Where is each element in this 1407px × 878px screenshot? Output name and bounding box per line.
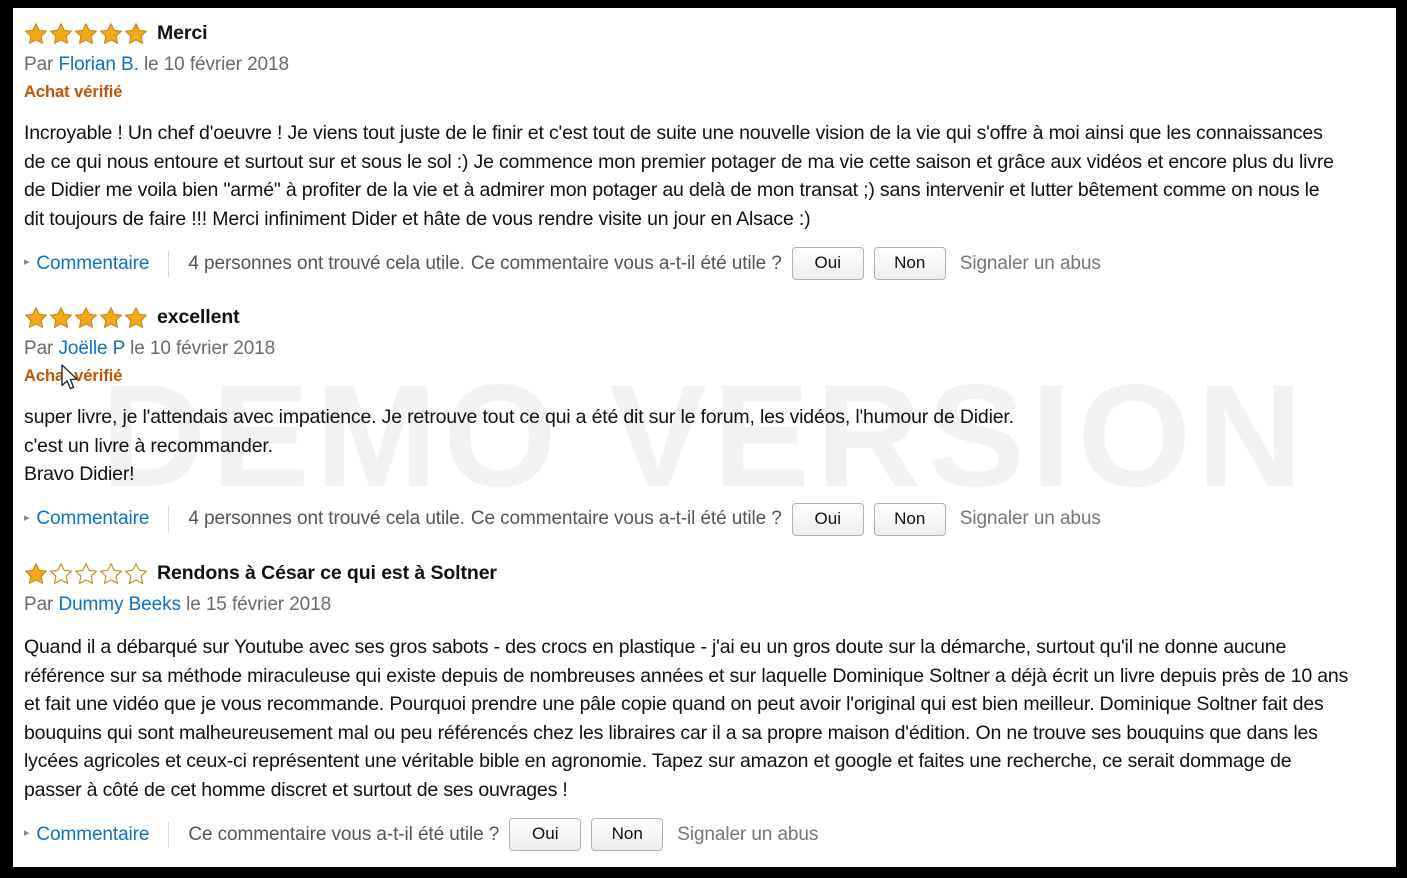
star-filled-icon (100, 23, 122, 44)
star-empty-icon (75, 562, 97, 584)
comment-link[interactable]: Commentaire (36, 824, 149, 846)
review-body: Incroyable ! Un chef d'oeuvre ! Je viens… (24, 119, 1384, 233)
review-byline: Par Joëlle P le 10 février 2018 (24, 338, 1384, 360)
comment-link[interactable]: Commentaire (36, 508, 149, 530)
star-rating[interactable] (24, 562, 148, 585)
review-date: le 15 février 2018 (180, 593, 332, 615)
star-filled-icon (25, 307, 47, 329)
review-body-line: passer à côté de cet homme discret et su… (24, 778, 568, 801)
review-body-line: Bravo Didier! (24, 463, 135, 486)
star-rating[interactable] (24, 22, 148, 45)
review-byline: Par Florian B. le 10 février 2018 (24, 54, 1384, 76)
helpful-count-text: 4 personnes ont trouvé cela utile. (188, 508, 465, 530)
chevron-right-icon: ▸ (24, 827, 30, 840)
review-1: Merci Par Florian B. le 10 février 2018 Ac… (24, 22, 1384, 281)
review-body-line: Quand il a débarqué sur Youtube avec ses… (24, 635, 1287, 658)
star-rating[interactable] (24, 306, 148, 329)
star-filled-icon (50, 23, 72, 44)
review-2: excellent Par Joëlle P le 10 février 2018… (24, 306, 1384, 536)
page-frame: DEMO VERSION Merci Par Florian B. le 10 f… (0, 0, 1407, 878)
review-body: Quand il a débarqué sur Youtube avec ses… (24, 633, 1384, 804)
review-header: excellent (24, 306, 1384, 329)
review-header: Rendons à César ce qui est à Soltner (24, 562, 1384, 585)
star-filled-icon (75, 307, 97, 329)
star-filled-icon (100, 307, 122, 329)
vote-yes-button[interactable]: Oui (509, 818, 582, 852)
review-sheet: DEMO VERSION Merci Par Florian B. le 10 f… (13, 8, 1396, 867)
star-filled-icon (125, 23, 147, 44)
review-title: Rendons à César ce qui est à Soltner (157, 561, 497, 584)
review-author-link[interactable]: Florian B. (58, 54, 138, 75)
review-title: Merci (157, 21, 208, 44)
vote-yes-button[interactable]: Oui (791, 247, 864, 281)
byline-prefix: Par (24, 593, 59, 615)
review-actions: ▸ Commentaire 4 personnes ont trouvé cela … (24, 247, 1384, 281)
report-abuse-link[interactable]: Signaler un abus (960, 508, 1101, 530)
chevron-right-icon: ▸ (24, 511, 30, 524)
review-3: Rendons à César ce qui est à Soltner Par … (24, 562, 1384, 852)
review-body-line: dit toujours de faire !!! Merci infinime… (24, 207, 811, 230)
verified-purchase-badge: Achat vérifié (24, 83, 123, 101)
review-body-line: Incroyable ! Un chef d'oeuvre ! Je viens… (24, 122, 1323, 144)
vote-yes-button[interactable]: Oui (791, 502, 864, 536)
review-author-link[interactable]: Joëlle P (58, 338, 125, 359)
star-empty-icon (125, 562, 147, 584)
review-body-line: super livre, je l'attendais avec impatie… (24, 406, 1014, 429)
comment-link[interactable]: Commentaire (36, 253, 149, 275)
byline-prefix: Par (24, 54, 59, 75)
vertical-divider (168, 250, 170, 277)
vote-no-button[interactable]: Non (873, 502, 946, 536)
star-empty-icon (50, 562, 72, 584)
review-body-line: référence sur sa méthode miraculeuse qui… (24, 664, 1349, 687)
vote-no-button[interactable]: Non (591, 818, 664, 852)
star-filled-icon (25, 562, 47, 584)
review-date: le 10 février 2018 (124, 338, 276, 360)
chevron-right-icon: ▸ (24, 256, 30, 269)
report-abuse-link[interactable]: Signaler un abus (677, 824, 818, 846)
review-body-line: de ce qui nous entoure et surtout sur et… (24, 150, 1334, 173)
review-body-line: bouquins qui sont malheureusement mal ou… (24, 721, 1318, 744)
helpful-count-text: 4 personnes ont trouvé cela utile. (188, 252, 465, 274)
review-byline: Par Dummy Beeks le 15 février 2018 (24, 594, 1384, 616)
review-author-link[interactable]: Dummy Beeks (58, 594, 181, 615)
star-filled-icon (25, 23, 47, 44)
helpful-question: Ce commentaire vous a-t-il été utile ? (188, 823, 500, 845)
vertical-divider (168, 821, 170, 848)
customer-reviews-list: Merci Par Florian B. le 10 février 2018 Ac… (13, 8, 1396, 852)
review-header: Merci (24, 22, 1384, 45)
star-filled-icon (125, 307, 147, 329)
review-body: super livre, je l'attendais avec impatie… (24, 403, 1384, 489)
star-empty-icon (100, 562, 122, 584)
review-body-line: c'est un livre à recommander. (24, 434, 273, 457)
helpful-question: Ce commentaire vous a-t-il été utile ? (470, 508, 782, 530)
star-filled-icon (50, 307, 72, 329)
review-actions: ▸ Commentaire Ce commentaire vous a-t-il é… (24, 818, 1384, 852)
star-filled-icon (75, 23, 97, 44)
review-title: excellent (157, 306, 240, 328)
report-abuse-link[interactable]: Signaler un abus (960, 253, 1101, 275)
review-body-line: de Didier me voila bien "armé" à profite… (24, 179, 1320, 202)
byline-prefix: Par (24, 338, 59, 360)
vote-no-button[interactable]: Non (873, 247, 946, 281)
review-body-line: et fait une vidéo que je vous recommande… (24, 693, 1324, 716)
review-actions: ▸ Commentaire 4 personnes ont trouvé cela … (24, 502, 1384, 536)
vertical-divider (168, 506, 170, 533)
review-date: le 10 février 2018 (138, 54, 289, 75)
verified-purchase-badge: Achat vérifié (24, 367, 123, 386)
review-body-line: lycées agricoles et ceux-ci représentent… (24, 750, 1292, 773)
helpful-question: Ce commentaire vous a-t-il été utile ? (470, 252, 782, 274)
